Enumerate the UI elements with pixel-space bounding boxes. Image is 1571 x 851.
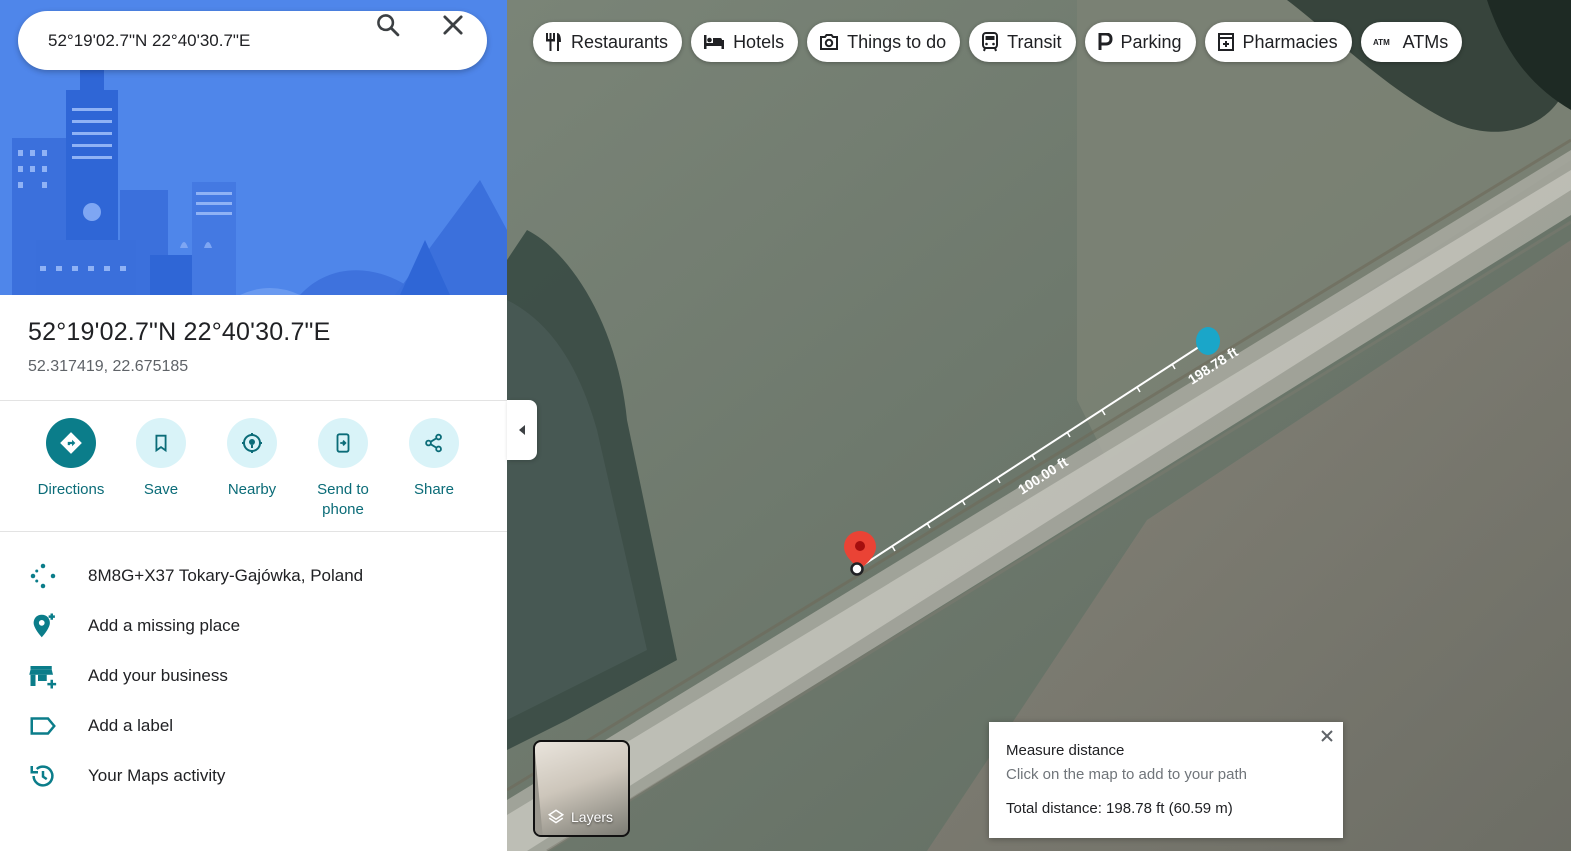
layers-label: Layers [571,809,614,825]
details-list: 8M8G+X37 Tokary-Gajówka, Poland Add a mi… [0,551,507,801]
save-label: Save [143,481,179,498]
side-panel: 52°19'02.7"N 22°40'30.7"E 52.317419, 22.… [0,0,507,851]
add-missing-place-row[interactable]: Add a missing place [0,601,507,651]
measure-distance-card: Measure distance Click on the map to add… [989,722,1343,838]
svg-text:ATM: ATM [1373,38,1390,47]
chip-parking-label: Parking [1120,31,1182,52]
measure-hint: Click on the map to add to your path [1006,766,1247,783]
nearby-icon [227,418,277,468]
share-icon [409,418,459,468]
search-icon[interactable] [374,11,402,39]
bookmark-icon [136,418,186,468]
add-label-row[interactable]: Add a label [0,701,507,751]
search-box[interactable] [18,11,487,70]
chip-things-to-do-label: Things to do [847,31,947,52]
search-input[interactable] [48,30,348,51]
chip-pharmacies[interactable]: Pharmacies [1204,22,1352,62]
layers-icon [547,809,565,824]
pharmacy-icon [1217,32,1235,52]
directions-label: Directions [37,481,105,498]
history-icon [0,761,88,791]
measure-total: Total distance: 198.78 ft (60.59 m) [1006,800,1233,817]
label-icon [0,711,88,741]
add-label-text: Add a label [88,716,174,735]
camera-icon [819,33,839,51]
chip-restaurants[interactable]: Restaurants [533,22,683,62]
place-coordinates: 52.317419, 22.675185 [28,358,189,375]
measure-title: Measure distance [1006,742,1125,759]
close-icon[interactable] [439,11,467,39]
close-icon[interactable] [1317,726,1337,746]
chip-transit-label: Transit [1007,31,1062,52]
restaurant-icon [545,32,563,52]
maps-activity-text: Your Maps activity [88,766,226,785]
send-to-phone-label: Send to phone [317,481,369,518]
hotel-icon [703,34,725,50]
transit-icon [981,32,999,52]
plus-code-text: 8M8G+X37 Tokary-Gajówka, Poland [88,566,364,585]
share-button[interactable]: Share [389,418,479,500]
chip-transit[interactable]: Transit [969,22,1076,62]
chip-hotels-label: Hotels [733,31,785,52]
chip-pharmacies-label: Pharmacies [1242,31,1338,52]
parking-icon [1097,33,1113,51]
divider [0,531,507,532]
chip-atms-label: ATMs [1402,31,1449,52]
maps-activity-row[interactable]: Your Maps activity [0,751,507,801]
chip-things-to-do[interactable]: Things to do [807,22,961,62]
chip-atms[interactable]: ATM ATMs [1360,22,1463,62]
add-business-text: Add your business [88,666,228,685]
chip-hotels[interactable]: Hotels [691,22,799,62]
caret-left-icon [519,425,525,435]
share-label: Share [413,481,455,498]
directions-icon [46,418,96,468]
chip-restaurants-label: Restaurants [571,31,669,52]
nearby-button[interactable]: Nearby [207,418,297,500]
layers-button[interactable]: Layers [533,740,630,837]
phone-icon [318,418,368,468]
add-business-row[interactable]: Add your business [0,651,507,701]
add-place-icon [0,611,88,641]
measure-start-point[interactable] [850,562,864,576]
atm-icon: ATM [1373,37,1395,47]
plus-code-row[interactable]: 8M8G+X37 Tokary-Gajówka, Poland [0,551,507,601]
category-chips: Restaurants Hotels Things to do Transit … [533,22,1463,62]
directions-button[interactable]: Directions [26,418,116,500]
action-bar: Directions Save Nearby Send to phone Sha… [0,418,507,528]
add-missing-place-text: Add a missing place [88,616,241,635]
chip-parking[interactable]: Parking [1084,22,1196,62]
place-title: 52°19'02.7"N 22°40'30.7"E [28,318,331,346]
hero-illustration [0,0,507,295]
collapse-panel-button[interactable] [507,400,537,460]
add-business-icon [0,661,88,691]
send-to-phone-button[interactable]: Send to phone [298,418,388,520]
measure-end-point[interactable] [1196,327,1220,355]
nearby-label: Nearby [227,481,277,498]
save-button[interactable]: Save [116,418,206,500]
plus-code-icon [0,561,88,591]
divider [0,400,507,401]
